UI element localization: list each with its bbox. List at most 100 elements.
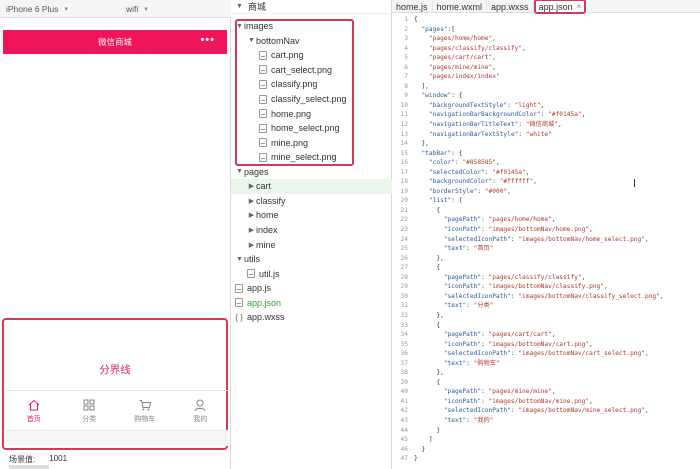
caret-down-icon[interactable]: ▼ xyxy=(235,168,244,175)
code-text: }, xyxy=(414,254,444,262)
tree-file[interactable]: mine.png xyxy=(231,135,392,150)
line-number: 14 xyxy=(400,140,408,148)
tree-file[interactable]: { } app.wxss xyxy=(231,310,392,325)
tree-folder[interactable]: ▼ utils xyxy=(231,252,392,267)
caret-down-icon[interactable]: ▼ xyxy=(235,256,244,263)
code-text: "navigationBarBackgroundColor": "#f0145a… xyxy=(428,111,586,119)
code-line: 7 "pages/index/index" xyxy=(392,72,700,82)
code-line: 17 "selectedColor": "#f0145a", xyxy=(392,168,700,178)
code-line: 9 "window": { xyxy=(392,91,700,101)
caret-down-icon[interactable]: ▼ xyxy=(235,23,244,30)
code-text: "selectedIconPath": "images/bottomNav/ca… xyxy=(443,350,649,358)
line-number: 34 xyxy=(400,331,408,339)
line-number: 31 xyxy=(400,302,408,310)
tree-file[interactable]: home.png xyxy=(231,106,392,121)
home-indicator-strip xyxy=(6,430,228,446)
line-number: 9 xyxy=(404,92,408,100)
project-root[interactable]: ▼ 商城 xyxy=(231,0,392,14)
network-select[interactable]: wifi ▾ xyxy=(120,0,148,17)
tab-mine[interactable]: 我的 xyxy=(173,391,229,430)
tree-item-label: utils xyxy=(244,254,261,265)
tree-folder[interactable]: ▶ classify xyxy=(231,194,392,209)
tree-folder[interactable]: ▼ pages xyxy=(231,165,392,180)
tree-file[interactable]: home_select.png xyxy=(231,121,392,136)
code-text: "borderStyle": "#000", xyxy=(428,187,511,195)
line-number: 47 xyxy=(400,455,408,463)
line-number: 13 xyxy=(400,130,408,138)
code-line: 19 "borderStyle": "#000", xyxy=(392,187,700,197)
tree-folder[interactable]: ▶ cart xyxy=(231,179,392,194)
code-line: 6 "pages/mine/mine", xyxy=(392,63,700,73)
tree-file[interactable]: classify.png xyxy=(231,77,392,92)
code-text: "text": "分类" xyxy=(443,302,494,310)
tree-folder[interactable]: ▶ index xyxy=(231,223,392,238)
caret-right-icon[interactable]: ▶ xyxy=(247,241,256,249)
code-line: 4 "pages/classify/classify", xyxy=(392,44,700,54)
code-text: "selectedIconPath": "images/bottomNav/cl… xyxy=(443,292,664,300)
code-text: "pages/home/home", xyxy=(428,35,496,43)
tab-label: 我的 xyxy=(193,415,208,423)
code-text: }, xyxy=(414,140,429,148)
code-line: 14 }, xyxy=(392,139,700,149)
line-number: 42 xyxy=(400,407,408,415)
caret-down-icon[interactable]: ▼ xyxy=(247,37,256,44)
line-number: 8 xyxy=(404,82,408,90)
tab-cart[interactable]: 购物车 xyxy=(117,391,173,430)
line-number: 40 xyxy=(400,388,408,396)
code-line: 35 "iconPath": "images/bottomNav/cart.pn… xyxy=(392,340,700,350)
tree-item-label: images xyxy=(244,21,274,32)
code-text: "selectedIconPath": "images/bottomNav/ho… xyxy=(443,235,649,243)
line-number: 28 xyxy=(400,273,408,281)
tree-file[interactable]: cart_select.png xyxy=(231,63,392,78)
line-number: 41 xyxy=(400,397,408,405)
code-text: } xyxy=(414,426,441,434)
code-line: 29 "iconPath": "images/bottomNav/classif… xyxy=(392,282,700,292)
tree-folder[interactable]: ▼ images xyxy=(231,19,392,34)
tree-item-label: mine xyxy=(256,239,276,250)
caret-right-icon[interactable]: ▶ xyxy=(247,197,256,205)
file-icon xyxy=(259,152,267,162)
file-icon xyxy=(259,138,267,148)
tab-home-wxml[interactable]: home.wxml xyxy=(433,0,488,13)
tab-app-json[interactable]: app.json × xyxy=(533,0,587,14)
tree-item-label: classify xyxy=(256,195,286,206)
code-text: "pagePath": "pages/classify/classify", xyxy=(443,273,586,281)
code-line: 39 { xyxy=(392,378,700,388)
tab-classify[interactable]: 分类 xyxy=(62,391,118,430)
caret-right-icon[interactable]: ▶ xyxy=(247,211,256,219)
line-number: 4 xyxy=(404,44,408,52)
tree-item-label: home_select.png xyxy=(271,123,340,134)
device-select[interactable]: iPhone 6 Plus ▾ xyxy=(0,0,120,17)
tab-home[interactable]: 首页 xyxy=(6,391,62,430)
code-line: 5 "pages/cart/cart", xyxy=(392,53,700,63)
tree-folder[interactable]: ▶ home xyxy=(231,208,392,223)
tree-file[interactable]: app.json xyxy=(231,295,392,310)
line-number: 26 xyxy=(400,254,408,262)
caret-right-icon[interactable]: ▶ xyxy=(247,182,256,190)
tab-app-wxss[interactable]: app.wxss xyxy=(487,0,534,13)
code-line: 23 "iconPath": "images/bottomNav/home.pn… xyxy=(392,225,700,235)
scene-value: 1001 xyxy=(49,454,68,463)
code-line: 2 "pages":[ xyxy=(392,25,700,35)
code-text: "pages/mine/mine", xyxy=(428,63,496,71)
line-number: 22 xyxy=(400,216,408,224)
tree-file[interactable]: cart.png xyxy=(231,48,392,63)
tree-folder[interactable]: ▼ bottomNav xyxy=(231,34,392,49)
code-line: 47} xyxy=(392,454,700,464)
tree-item-label: cart xyxy=(256,181,272,192)
tree-file[interactable]: util.js xyxy=(231,266,392,281)
cart-icon xyxy=(139,399,151,410)
code-text: "iconPath": "images/bottomNav/cart.png", xyxy=(443,340,593,348)
line-number: 3 xyxy=(404,35,408,43)
more-menu-icon[interactable]: ••• xyxy=(200,34,215,46)
tree-file[interactable]: mine_select.png xyxy=(231,150,392,165)
caret-right-icon[interactable]: ▶ xyxy=(247,226,256,234)
code-area[interactable]: 1{2 "pages":[3 "pages/home/home", 4 "page… xyxy=(392,15,700,464)
tree-folder[interactable]: ▶ mine xyxy=(231,237,392,252)
close-icon[interactable]: × xyxy=(577,2,582,11)
code-text: "pages/cart/cart", xyxy=(428,54,496,62)
tab-home-js[interactable]: home.js xyxy=(392,0,433,13)
tree-file[interactable]: app.js xyxy=(231,281,392,296)
file-tree-pane: ▼ 商城 ▼ images ▼ bottomNav cart.png cart_selec… xyxy=(231,0,392,469)
tree-file[interactable]: classify_select.png xyxy=(231,92,392,107)
